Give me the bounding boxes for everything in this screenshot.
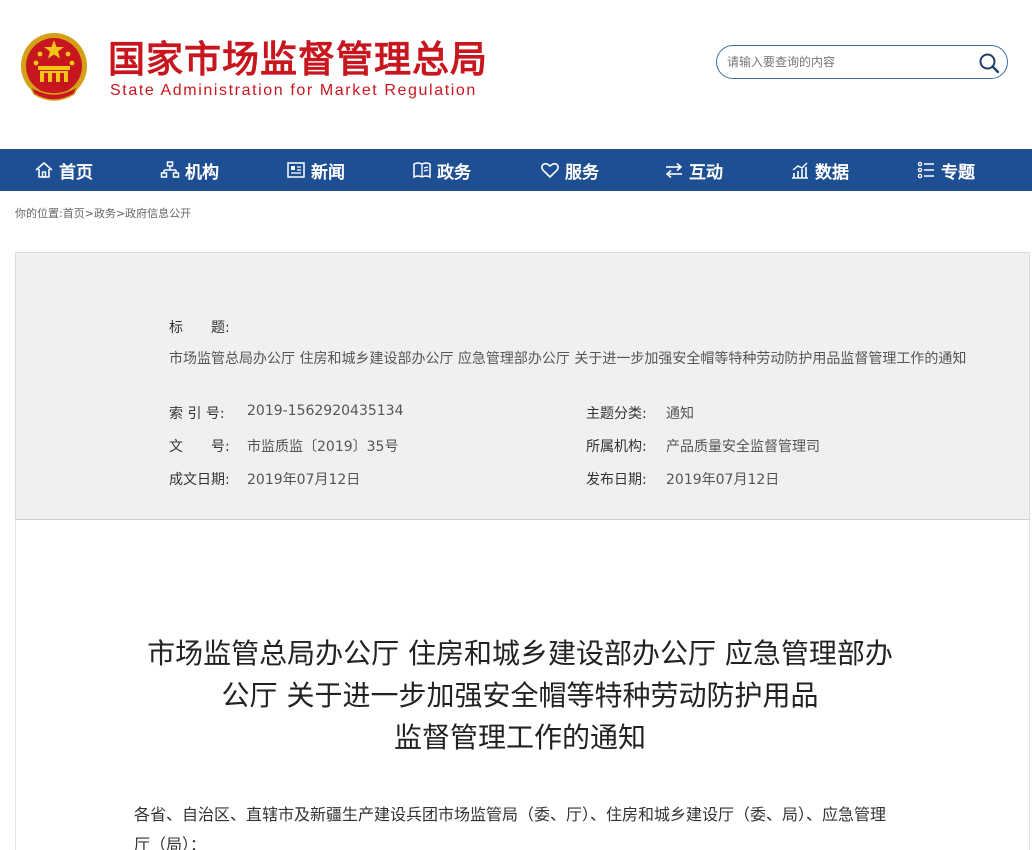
- organization-value: 产品质量安全监督管理司: [666, 439, 820, 455]
- index-number-value: 2019-1562920435134: [247, 403, 404, 419]
- nav-item-news[interactable]: 新闻: [286, 149, 345, 191]
- org-chart-icon: [160, 161, 180, 178]
- nav-label: 专题: [941, 162, 975, 183]
- home-icon: [35, 161, 53, 178]
- nav-item-data[interactable]: 数据: [790, 149, 849, 191]
- site-subtitle: State Administration for Market Regulati…: [110, 82, 477, 99]
- chart-icon: [792, 162, 808, 179]
- nav-item-interaction[interactable]: 互动: [664, 149, 723, 191]
- nav-label: 互动: [689, 162, 723, 183]
- search-input[interactable]: [727, 52, 967, 72]
- published-date-label: 发布日期:: [586, 472, 647, 488]
- topic-label: 主题分类:: [586, 406, 647, 422]
- main-nav: 首页 机构 新闻 政务 服务 互动 数据 专题: [0, 149, 1032, 191]
- breadcrumb: 你的位置:首页>政务>政府信息公开: [15, 205, 191, 221]
- national-emblem-icon[interactable]: [18, 30, 90, 106]
- site-header: 国家市场监督管理总局 State Administration for Mark…: [0, 0, 1032, 150]
- newspaper-icon: [287, 162, 305, 178]
- body-paragraph-line: 厅（局）：: [134, 835, 207, 850]
- nav-label: 服务: [565, 162, 599, 183]
- title-value: 市场监管总局办公厅 住房和城乡建设部办公厅 应急管理部办公厅 关于进一步加强安全…: [169, 351, 967, 367]
- nav-label: 机构: [185, 162, 219, 183]
- document-number-value: 市监质监〔2019〕35号: [247, 439, 399, 455]
- list-icon: [917, 161, 934, 179]
- nav-label: 新闻: [311, 162, 345, 183]
- published-date-value: 2019年07月12日: [666, 472, 780, 488]
- nav-item-org[interactable]: 机构: [160, 149, 219, 191]
- nav-label: 政务: [437, 162, 471, 183]
- search-box: [716, 45, 1008, 79]
- nav-item-government-affairs[interactable]: 政务: [412, 149, 471, 191]
- document-body: 各省、自治区、直辖市及新疆生产建设兵团市场监管局（委、厅）、住房和城乡建设厅（委…: [134, 800, 914, 850]
- nav-item-services[interactable]: 服务: [540, 149, 599, 191]
- nav-item-home[interactable]: 首页: [34, 149, 93, 191]
- heading-line: 公厅 关于进一步加强安全帽等特种劳动防护用品: [221, 679, 819, 712]
- breadcrumb-separator: >: [84, 207, 94, 220]
- organization-label: 所属机构:: [586, 439, 647, 455]
- body-paragraph-line: 各省、自治区、直辖市及新疆生产建设兵团市场监管局（委、厅）、住房和城乡建设厅（委…: [134, 805, 887, 824]
- exchange-icon: [665, 162, 683, 179]
- book-icon: [413, 162, 431, 179]
- heading-line: 市场监管总局办公厅 住房和城乡建设部办公厅 应急管理部办: [147, 637, 893, 670]
- nav-label: 首页: [59, 162, 93, 183]
- nav-label: 数据: [815, 162, 849, 183]
- document-number-label: 文 号:: [169, 439, 230, 455]
- heading-line: 监督管理工作的通知: [393, 721, 646, 754]
- index-number-label: 索 引 号:: [169, 406, 225, 422]
- document-info-panel: 标 题: 市场监管总局办公厅 住房和城乡建设部办公厅 应急管理部办公厅 关于进一…: [15, 252, 1030, 520]
- nav-item-special-topics[interactable]: 专题: [916, 149, 975, 191]
- breadcrumb-separator: >: [115, 207, 126, 220]
- site-title[interactable]: 国家市场监督管理总局: [108, 38, 488, 82]
- breadcrumb-prefix: 你的位置:: [15, 207, 63, 220]
- document-heading: 市场监管总局办公厅 住房和城乡建设部办公厅 应急管理部办 公厅 关于进一步加强安…: [120, 633, 920, 759]
- created-date-label: 成文日期:: [169, 472, 230, 488]
- title-label: 标 题:: [169, 320, 230, 336]
- breadcrumb-link-government-affairs[interactable]: 政务: [94, 207, 116, 220]
- created-date-value: 2019年07月12日: [247, 472, 361, 488]
- heart-icon: [541, 162, 559, 179]
- topic-value: 通知: [666, 406, 694, 422]
- search-icon[interactable]: [977, 51, 1001, 75]
- breadcrumb-link-info-disclosure[interactable]: 政府信息公开: [125, 207, 191, 220]
- breadcrumb-link-home[interactable]: 首页: [63, 207, 85, 220]
